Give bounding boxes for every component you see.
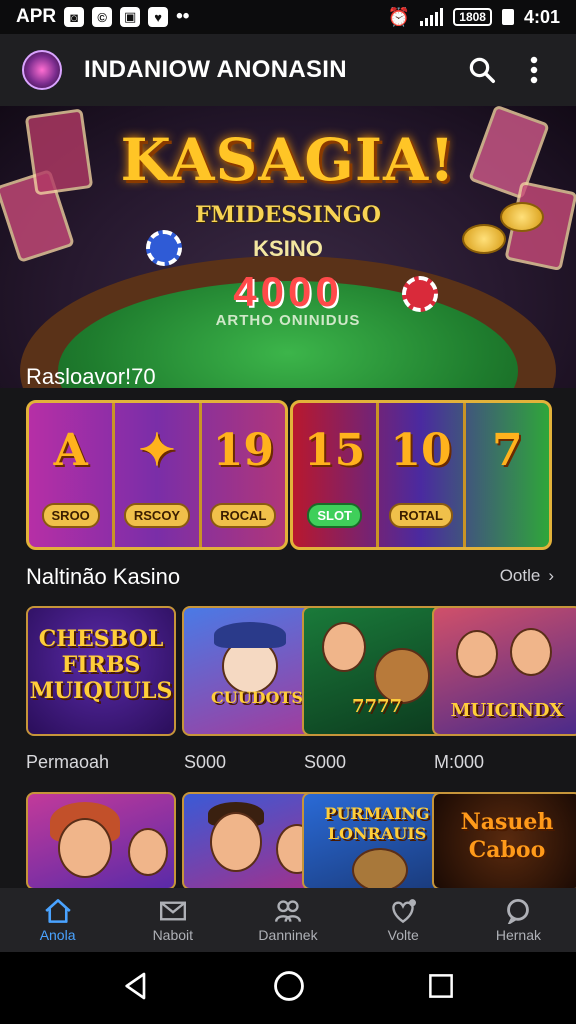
photo-icon: ▣ <box>120 7 141 27</box>
character-face <box>128 828 168 876</box>
reel-symbol: 10 <box>390 425 452 476</box>
game-tile-1[interactable]: CHESBOL FIRBS MUIQUULS <box>26 606 176 736</box>
search-icon <box>469 57 495 83</box>
system-navigation-bar <box>0 952 576 1024</box>
reel-label: RSCOY <box>123 503 191 528</box>
nav-label: Hernak <box>495 926 541 943</box>
slot-reel: 19 ROCAL <box>202 403 285 547</box>
notification-icon: ◙ <box>64 7 85 27</box>
game-title: 7777 <box>351 696 403 717</box>
reel-label: ROTAL <box>389 503 453 528</box>
reel-symbol: A <box>53 425 88 476</box>
reel-label: SROO <box>41 503 100 528</box>
more-vert-icon <box>530 56 538 84</box>
nav-label: Volte <box>387 926 419 943</box>
slot-play-button[interactable]: SLOT <box>307 503 362 528</box>
reel-label: ROCAL <box>210 503 277 528</box>
character-face <box>510 628 552 676</box>
nav-label: Danninek <box>258 926 318 943</box>
game-title: MUICINDX <box>450 700 564 721</box>
shield-icon: ♥ <box>148 7 169 27</box>
carrier-label: APR <box>16 6 57 27</box>
signal-icon <box>420 8 444 26</box>
hero-subtitle: FMIDESSINGO <box>195 202 381 228</box>
slot-banner-1[interactable]: A SROO ✦ RSCOY 19 ROCAL <box>26 400 288 550</box>
alarm-icon: ⏰ <box>387 6 411 27</box>
search-button[interactable] <box>462 50 502 90</box>
character-face <box>210 812 262 872</box>
reel-symbol: 15 <box>304 425 366 476</box>
app-title: INDANIOW ANONASIN <box>84 56 347 83</box>
nav-item-social[interactable]: Danninek <box>230 888 345 952</box>
slot-reel: 10 ROTAL <box>379 403 466 547</box>
app-notification-icon: © <box>92 7 113 27</box>
recents-button[interactable] <box>426 971 456 1006</box>
hero-title: KASAGIA! <box>120 126 456 194</box>
character-animal <box>352 848 408 888</box>
game-tile-4[interactable]: MUICINDX <box>432 606 576 736</box>
clock: 4:01 <box>523 6 560 27</box>
reel-symbol: 7 <box>492 425 523 476</box>
featured-section-title: Rasloavor!70 <box>26 364 156 389</box>
slot-reel: 15 SLOT <box>293 403 380 547</box>
battery-icon <box>501 9 514 25</box>
game-tile-5[interactable] <box>26 792 176 890</box>
battery-percentage: 1808 <box>453 8 492 26</box>
nav-item-favorites[interactable]: Volte <box>346 888 461 952</box>
status-bar: APR ◙ © ▣ ♥ •• ⏰ 1808 4:01 <box>0 0 576 34</box>
game-caption: S000 <box>304 752 347 772</box>
back-icon <box>125 972 146 999</box>
game-title: Nasueh Caboo <box>460 809 554 863</box>
game-tile-3[interactable]: 7777 <box>302 606 452 736</box>
hero-banner[interactable]: KASAGIA! FMIDESSINGO KSINO 4000 ARTHO ON… <box>0 106 576 388</box>
slot-reel: ✦ RSCOY <box>115 403 202 547</box>
game-title: PURMAING LONRAUIS <box>324 804 430 843</box>
more-notifications-icon: •• <box>176 6 190 27</box>
more-options-button[interactable] <box>514 50 554 90</box>
game-caption: Permaoah <box>26 752 110 772</box>
mail-icon <box>159 901 186 920</box>
slot-banner-2[interactable]: 15 SLOT 10 ROTAL 7 <box>290 400 552 550</box>
hero-caption: ARTHO ONINIDUS <box>215 312 361 329</box>
nav-item-home[interactable]: Anola <box>0 888 115 952</box>
character-face <box>58 818 112 878</box>
people-icon <box>275 899 301 922</box>
home-icon <box>44 898 71 923</box>
game-caption: S000 <box>184 752 227 772</box>
nav-item-chat[interactable]: Hernak <box>461 888 576 952</box>
reel-symbol: ✦ <box>138 425 176 476</box>
nav-item-inbox[interactable]: Naboit <box>115 888 230 952</box>
chevron-right-icon: › <box>548 566 554 585</box>
see-all-link[interactable]: Ootle › <box>500 566 554 586</box>
app-bar: INDANIOW ANONASIN <box>0 34 576 106</box>
see-all-label: Ootle <box>499 566 541 585</box>
character-face <box>456 630 498 678</box>
reel-symbol: 19 <box>212 425 274 476</box>
recents-icon <box>429 973 453 998</box>
slot-reel: A SROO <box>29 403 116 547</box>
bottom-navigation: Anola Naboit Danninek Volte Hernak <box>0 888 576 952</box>
app-logo <box>22 50 62 90</box>
hero-line2: KSINO <box>253 236 323 261</box>
character-hat <box>214 622 286 648</box>
game-tile-8[interactable]: Nasueh Caboo <box>432 792 576 890</box>
hero-numbers: 4000 <box>233 268 343 315</box>
game-title: CHESBOL FIRBS MUIQUULS <box>29 626 173 704</box>
chat-icon <box>507 898 530 924</box>
back-button[interactable] <box>120 970 152 1007</box>
home-button[interactable] <box>272 969 306 1008</box>
slot-reel: 7 <box>466 403 549 547</box>
character-face <box>322 622 366 672</box>
circle-home-icon <box>274 970 304 1001</box>
nav-label: Anola <box>39 926 76 943</box>
heart-icon <box>392 898 417 923</box>
games-section-title: Naltinão Kasino <box>26 564 181 589</box>
nav-label: Naboit <box>152 926 194 943</box>
game-caption: M:000 <box>434 752 485 772</box>
game-tile-7[interactable]: PURMAING LONRAUIS <box>302 792 452 890</box>
